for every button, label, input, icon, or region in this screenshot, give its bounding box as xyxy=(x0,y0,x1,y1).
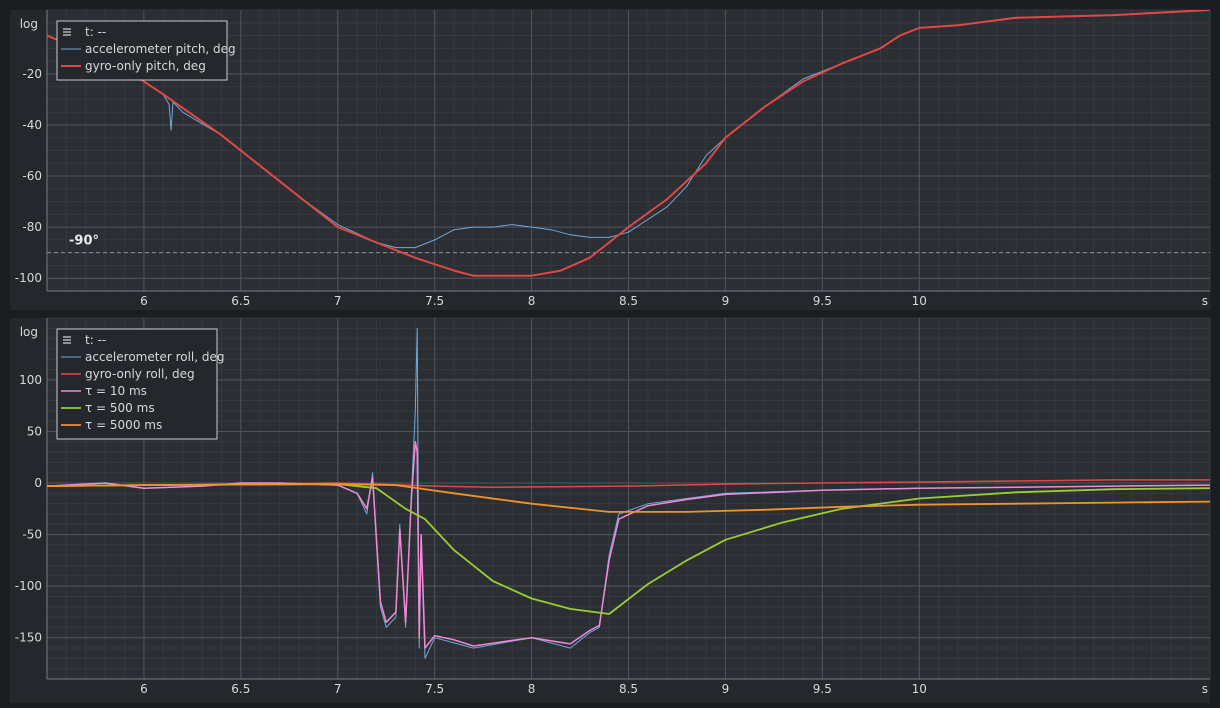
x-tick-label: 7.5 xyxy=(425,294,444,308)
chart-canvas: 6 6.5 7 7.5 8 8.5 9 9.5 10 -20 -40 -60 -80 -100 log s -9… xyxy=(10,9,1211,703)
legend: t: -- accelerometer pitch, deg gyro-only p… xyxy=(56,20,236,81)
x-unit-label: s xyxy=(1202,682,1208,696)
y-tick-label: -100 xyxy=(15,579,42,593)
y-scale-label: log xyxy=(20,325,38,339)
chart-panel-1: 6 6.5 7 7.5 8 8.5 9 9.5 10 -20 -40 -60 -80 -100 log s -9… xyxy=(10,9,1211,310)
legend-entry: gyro-only pitch, deg xyxy=(85,59,206,73)
legend-entry: accelerometer roll, deg xyxy=(85,350,225,364)
x-tick-label: 8.5 xyxy=(619,294,638,308)
y-tick-label: -80 xyxy=(22,220,42,234)
y-tick-label: 50 xyxy=(27,424,42,438)
legend: t: -- accelerometer roll, deg gyro-only ro… xyxy=(56,328,225,440)
reference-line-label: -90° xyxy=(69,234,99,249)
y-tick-label: -150 xyxy=(15,631,42,645)
legend-entry: τ = 5000 ms xyxy=(85,418,162,432)
legend-header: t: -- xyxy=(85,333,106,347)
legend-entry: accelerometer pitch, deg xyxy=(85,42,236,56)
y-tick-label: -60 xyxy=(22,169,42,183)
y-tick-label: -50 xyxy=(22,528,42,542)
x-tick-label: 6 xyxy=(140,294,148,308)
x-tick-label: 10 xyxy=(912,294,927,308)
x-tick-label: 8 xyxy=(528,294,536,308)
x-tick-label: 6.5 xyxy=(231,682,250,696)
legend-header: t: -- xyxy=(85,25,106,39)
y-tick-label: 100 xyxy=(19,373,42,387)
x-tick-label: 7 xyxy=(334,682,342,696)
y-tick-label: -100 xyxy=(15,271,42,285)
y-tick-label: 0 xyxy=(34,476,42,490)
x-tick-label: 9.5 xyxy=(813,682,832,696)
x-tick-label: 9 xyxy=(722,294,730,308)
x-tick-label: 8.5 xyxy=(619,682,638,696)
x-unit-label: s xyxy=(1202,294,1208,308)
x-tick-label: 9.5 xyxy=(813,294,832,308)
x-tick-label: 7 xyxy=(334,294,342,308)
y-tick-label: -20 xyxy=(22,67,42,81)
y-tick-label: -40 xyxy=(22,118,42,132)
y-scale-label: log xyxy=(20,17,38,31)
x-tick-label: 9 xyxy=(722,682,730,696)
x-tick-label: 6 xyxy=(140,682,148,696)
x-tick-label: 10 xyxy=(912,682,927,696)
legend-entry: τ = 10 ms xyxy=(85,384,147,398)
legend-entry: τ = 500 ms xyxy=(85,401,155,415)
chart-panel-2: 6 6.5 7 7.5 8 8.5 9 9.5 10 100 50 0 -50 -100 -150 log s t… xyxy=(10,317,1211,703)
legend-entry: gyro-only roll, deg xyxy=(85,367,195,381)
x-tick-label: 6.5 xyxy=(231,294,250,308)
x-tick-label: 8 xyxy=(528,682,536,696)
x-tick-label: 7.5 xyxy=(425,682,444,696)
